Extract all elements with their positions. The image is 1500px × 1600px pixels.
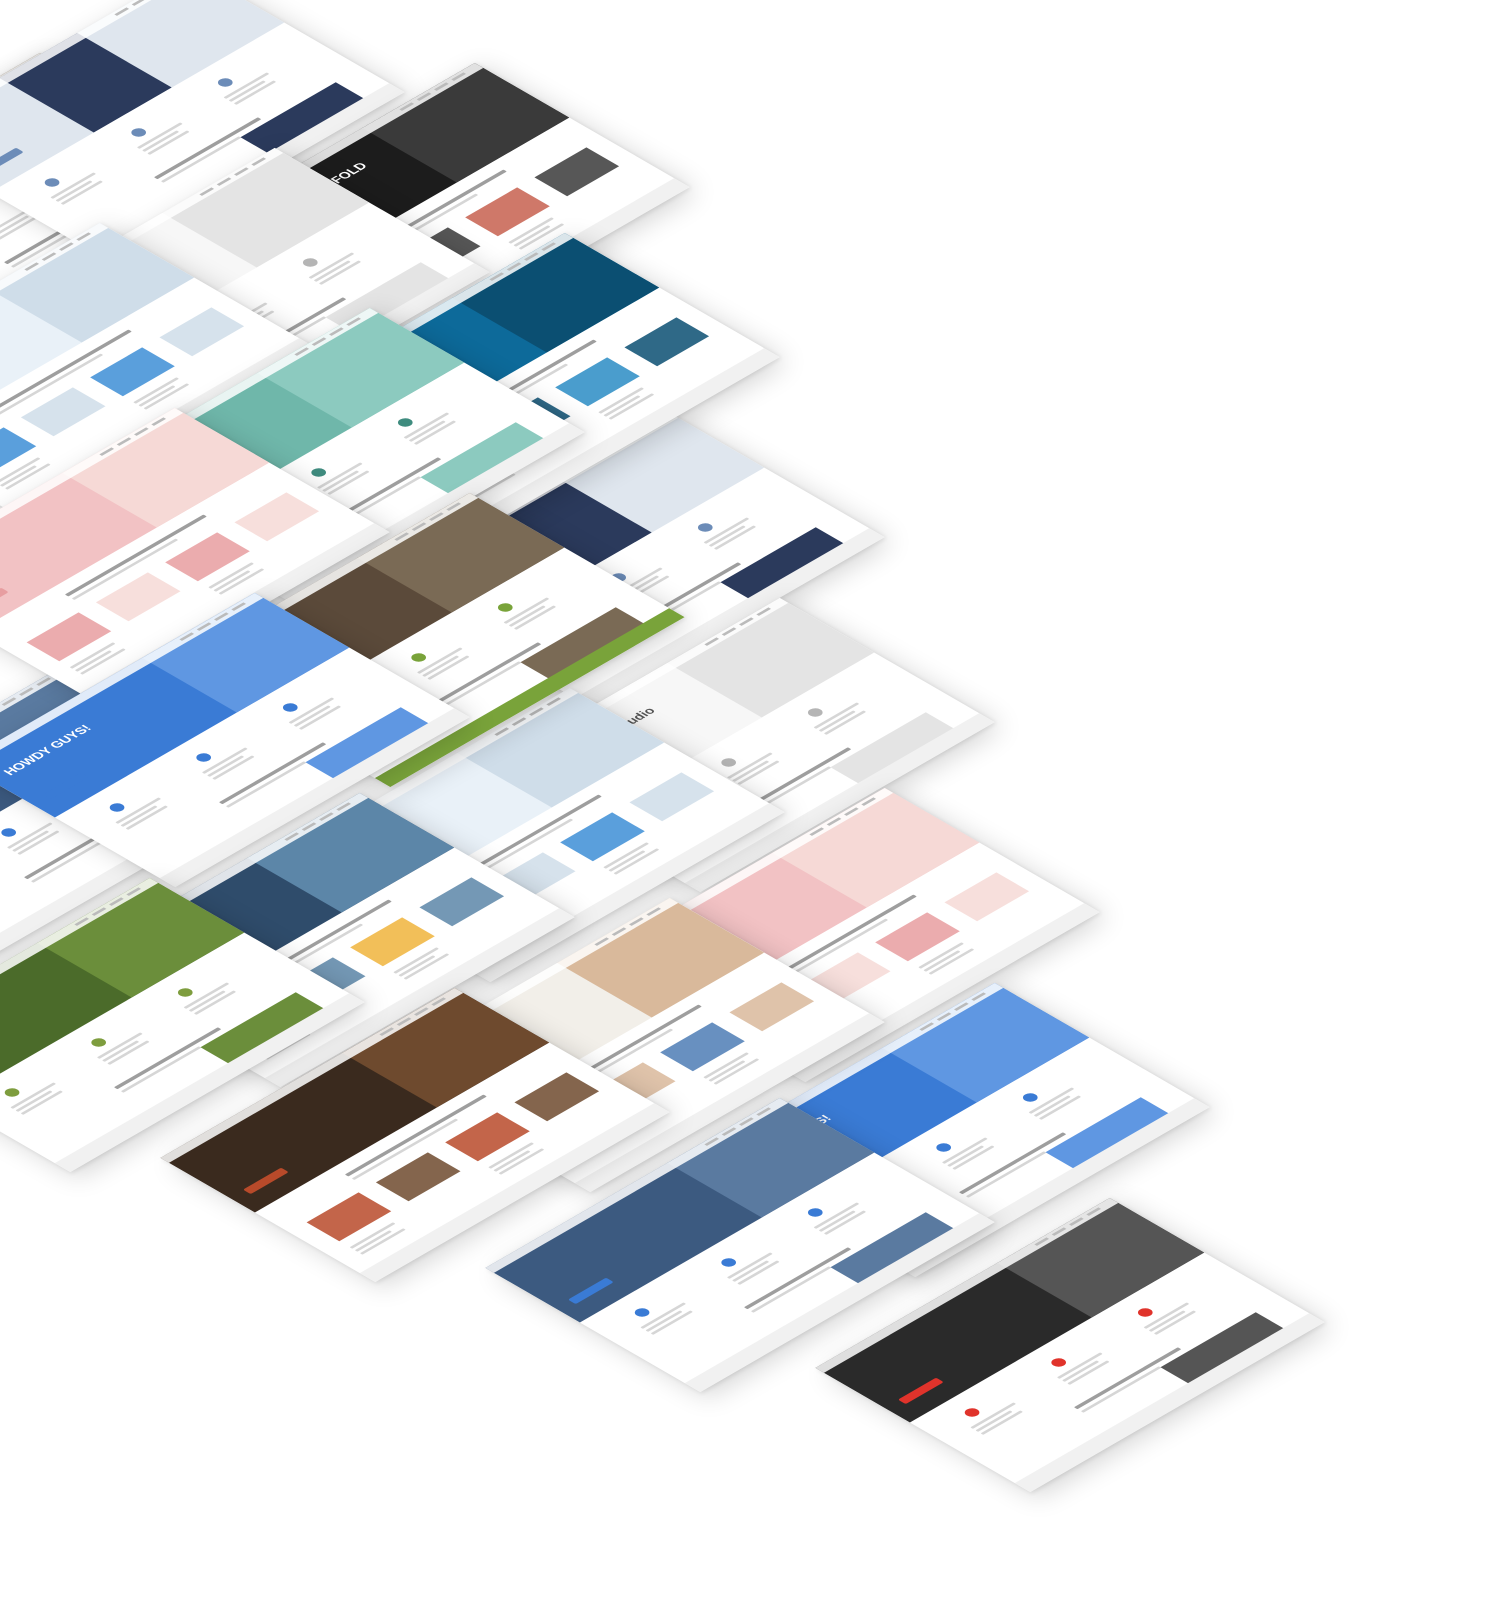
feature-icon (1019, 1091, 1041, 1104)
feature-icon (804, 1206, 826, 1219)
hero-photo (362, 62, 570, 183)
feature-icon (88, 1036, 110, 1049)
feature-icon (174, 986, 196, 999)
content-tile[interactable] (419, 877, 505, 927)
content-tile[interactable] (306, 1192, 392, 1242)
hero-photo (0, 32, 172, 133)
content-tile[interactable] (514, 1072, 600, 1122)
hero-button[interactable] (567, 1277, 614, 1305)
feature-icon (1048, 1356, 1070, 1369)
feature-icon (718, 756, 740, 769)
feature-icon (193, 751, 215, 764)
hero-photo (997, 1197, 1205, 1318)
content-tile[interactable] (729, 982, 815, 1032)
content-tile[interactable] (234, 492, 320, 542)
hero-section (0, 0, 285, 193)
content-tile[interactable] (629, 772, 715, 822)
feature-icon (308, 466, 330, 479)
feature-icon (408, 651, 430, 664)
hero-button[interactable] (42, 772, 89, 800)
footer (1014, 1313, 1325, 1493)
feature-icon (0, 826, 20, 839)
hero-button[interactable] (242, 1167, 289, 1195)
nav-item[interactable] (131, 0, 147, 6)
hero-button[interactable] (0, 587, 9, 615)
feature-icon (961, 1406, 983, 1419)
feature-icon (214, 76, 236, 89)
feature-icon (41, 176, 63, 189)
feature-icon (299, 256, 321, 269)
hero-button[interactable] (897, 1377, 944, 1405)
nav-item[interactable] (114, 7, 130, 16)
feature-icon (804, 706, 826, 719)
feature-icon (718, 1256, 740, 1269)
content-tile[interactable] (534, 147, 620, 197)
feature-icon (1, 1086, 23, 1099)
feature-icon (106, 801, 128, 814)
feature-icon (279, 701, 301, 714)
hero-button[interactable] (0, 147, 24, 175)
feature-icon (933, 1141, 955, 1154)
content-tile[interactable] (944, 872, 1030, 922)
content-tile[interactable] (159, 307, 245, 357)
mockup-collage: Enfold Creative StudioHOWDY GUYS!WELCOME… (0, 0, 1500, 1600)
feature-icon (394, 416, 416, 429)
feature-icon (631, 1306, 653, 1319)
feature-icon (1134, 1306, 1156, 1319)
feature-icon (128, 126, 150, 139)
content-tile[interactable] (26, 612, 112, 662)
content-tile[interactable] (624, 317, 710, 367)
feature-icon (494, 601, 516, 614)
feature-icon (694, 521, 716, 534)
